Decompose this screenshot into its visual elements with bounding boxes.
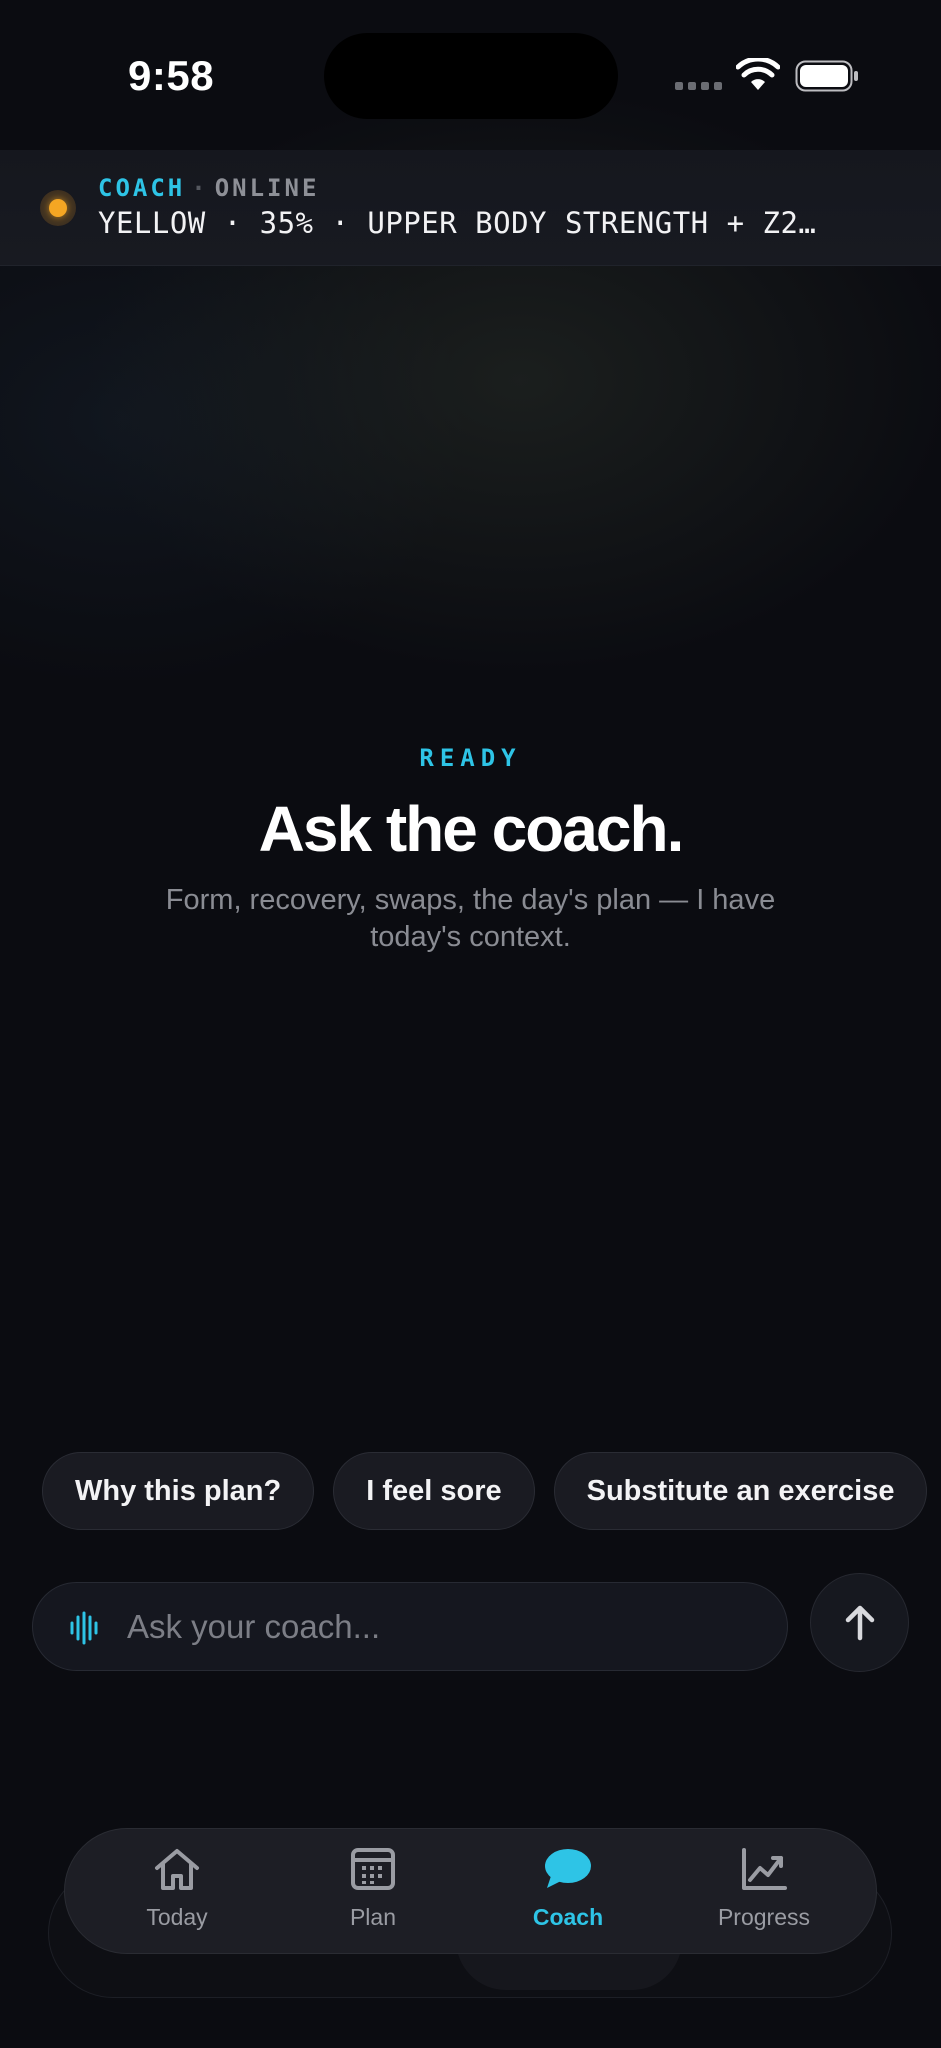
- chat-input[interactable]: [127, 1583, 767, 1670]
- calendar-icon: [351, 1848, 395, 1890]
- coach-label: COACH: [98, 174, 186, 202]
- tab-plan[interactable]: Plan: [298, 1846, 448, 1946]
- tab-progress-label: Progress: [717, 1904, 811, 1930]
- voice-waveform-icon[interactable]: [69, 1611, 101, 1645]
- readiness-status-dot: [40, 190, 76, 226]
- tab-today-label: Today: [146, 1904, 208, 1930]
- suggestion-chip-why-this-plan[interactable]: Why this plan?: [42, 1452, 315, 1530]
- wifi-icon: [736, 58, 780, 90]
- ready-label: READY: [419, 744, 522, 772]
- coach-header: COACH · ONLINE YELLOW · 35% · UPPER BODY S…: [0, 150, 941, 266]
- arrow-up-icon: [845, 1605, 874, 1640]
- status-bar: 9:58: [0, 0, 941, 150]
- house-icon: [155, 1849, 199, 1890]
- status-time: 9:58: [128, 52, 215, 99]
- battery-icon: [795, 60, 858, 92]
- header-separator: ·: [191, 174, 209, 202]
- chat-composer: [32, 1582, 788, 1671]
- tab-coach[interactable]: Coach: [493, 1846, 643, 1946]
- suggestion-chips: Why this plan? I feel sore Substitute an…: [42, 1452, 928, 1530]
- today-context-line: YELLOW · 35% · UPPER BODY STRENGTH + Z2…: [98, 206, 817, 240]
- dynamic-island: [324, 33, 618, 119]
- tab-today[interactable]: Today: [102, 1846, 252, 1946]
- page-title: Ask the coach.: [258, 793, 685, 865]
- send-button[interactable]: [810, 1573, 909, 1672]
- page-subtitle: Form, recovery, swaps, the day's plan — …: [165, 884, 776, 953]
- chart-up-icon: [742, 1848, 787, 1890]
- coach-status-line: COACH · ONLINE: [98, 174, 319, 202]
- tab-plan-label: Plan: [349, 1904, 397, 1930]
- cellular-signal-icon: [675, 82, 722, 90]
- suggestion-chip-substitute-exercise[interactable]: Substitute an exercise: [553, 1452, 928, 1530]
- tab-coach-label: Coach: [532, 1904, 604, 1930]
- tab-progress[interactable]: Progress: [689, 1846, 839, 1946]
- suggestion-chip-i-feel-sore[interactable]: I feel sore: [333, 1452, 535, 1530]
- online-label: ONLINE: [214, 174, 320, 202]
- chat-bubble-icon: [545, 1849, 591, 1888]
